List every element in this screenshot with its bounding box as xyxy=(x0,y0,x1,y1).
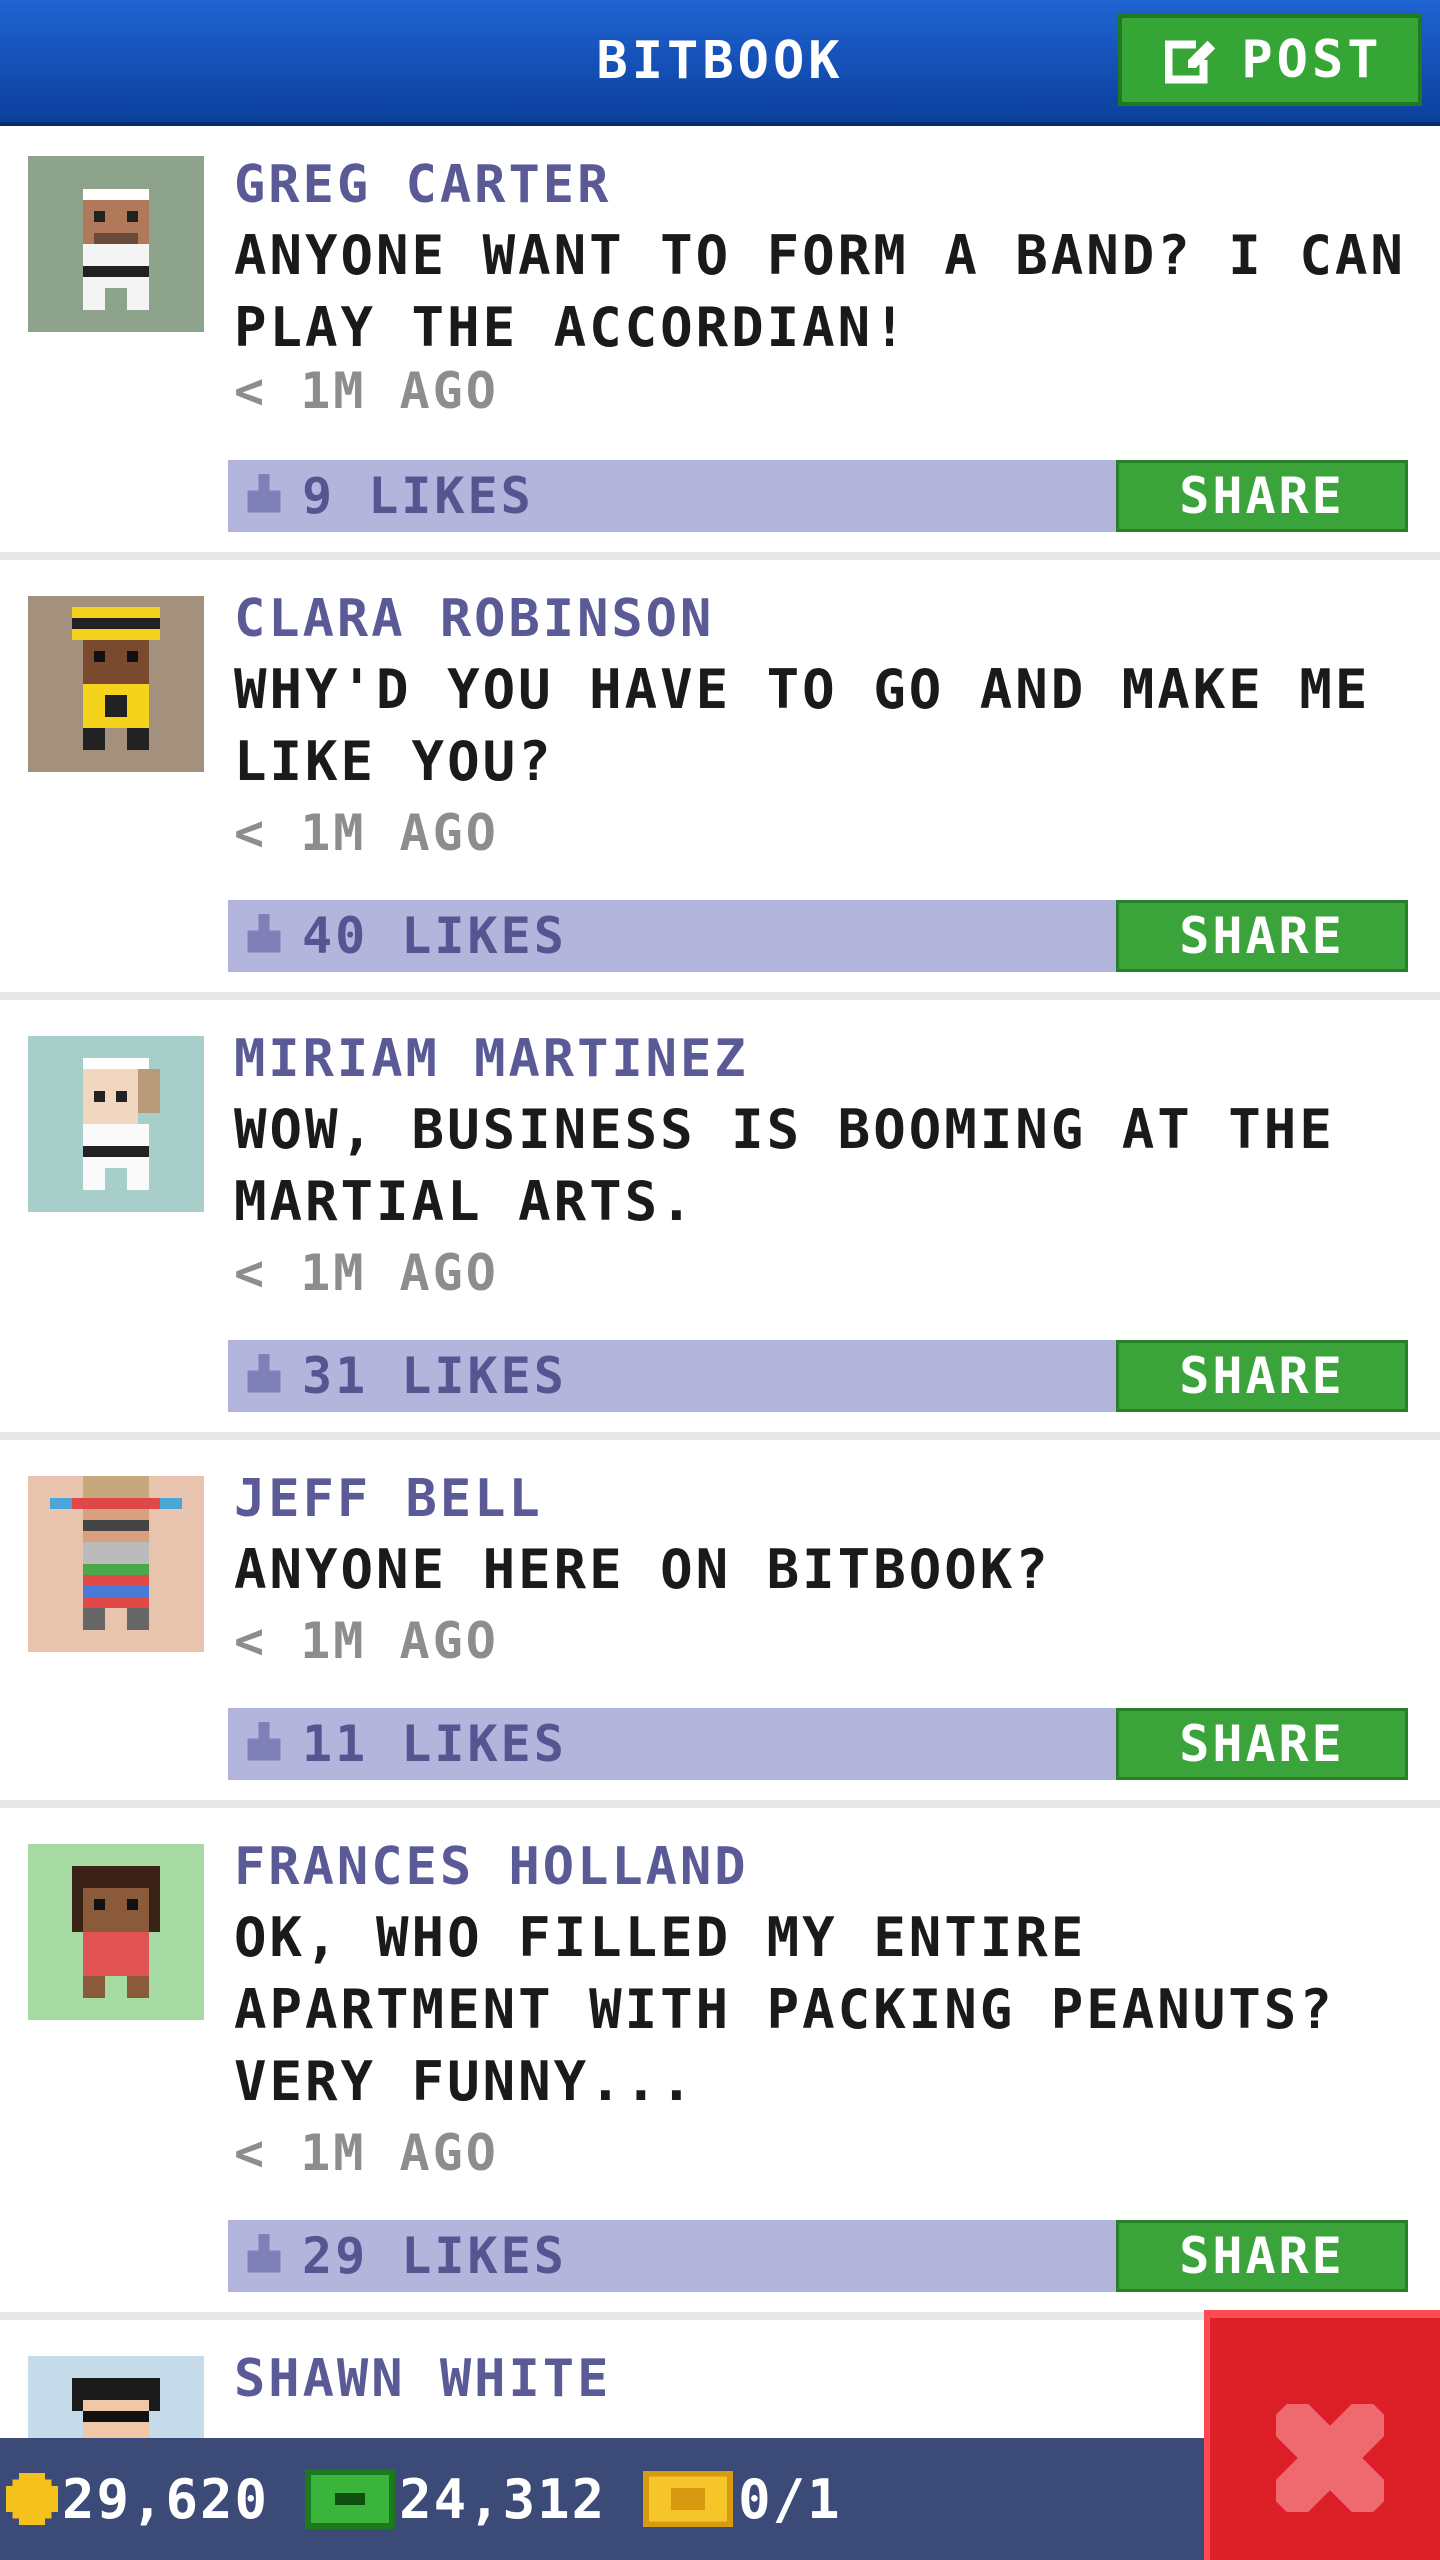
likes-bar[interactable]: 11 LIKES SHARE xyxy=(228,1708,1408,1780)
vip-ticket-icon xyxy=(643,2471,733,2527)
post-timestamp: < 1M AGO xyxy=(234,804,499,862)
close-button[interactable] xyxy=(1204,2310,1440,2560)
likes-bar[interactable]: 40 LIKES SHARE xyxy=(228,900,1408,972)
thumbs-up-icon xyxy=(247,1354,281,1393)
post-timestamp: < 1M AGO xyxy=(234,1612,499,1670)
post-button[interactable]: POST xyxy=(1118,14,1422,106)
feed-post: FRANCES HOLLAND OK, WHO FILLED MY ENTIRE… xyxy=(0,1808,1440,2320)
karate-guy-avatar-icon xyxy=(28,156,204,332)
martial-arts-avatar-icon xyxy=(28,1036,204,1212)
share-button[interactable]: SHARE xyxy=(1116,1340,1408,1412)
post-author[interactable]: FRANCES HOLLAND xyxy=(234,1832,749,1902)
red-shirt-avatar-icon xyxy=(28,1844,204,2020)
thumbs-up-icon xyxy=(247,1722,281,1761)
thumbs-up-icon xyxy=(247,914,281,953)
likes-count: 9 LIKES xyxy=(302,467,534,525)
sombrero-avatar-icon xyxy=(28,1476,204,1652)
post-author[interactable]: MIRIAM MARTINEZ xyxy=(234,1024,749,1094)
thumbs-up-icon xyxy=(247,2234,281,2273)
post-button-label: POST xyxy=(1241,30,1383,90)
post-message: OK, WHO FILLED MY ENTIRE APARTMENT WITH … xyxy=(234,1906,1335,2113)
share-button[interactable]: SHARE xyxy=(1116,1708,1408,1780)
likes-bar[interactable]: 29 LIKES SHARE xyxy=(228,2220,1408,2292)
post-author[interactable]: JEFF BELL xyxy=(234,1464,543,1534)
likes-count: 40 LIKES xyxy=(302,907,567,965)
post-message: ANYONE WANT TO FORM A BAND? I CAN PLAY T… xyxy=(234,224,1406,359)
likes-count: 29 LIKES xyxy=(302,2227,567,2285)
bux-count: 24,312 xyxy=(399,2467,607,2531)
avatar[interactable] xyxy=(28,596,204,772)
avatar[interactable] xyxy=(28,1036,204,1212)
likes-bar[interactable]: 9 LIKES SHARE xyxy=(228,460,1408,532)
post-timestamp: < 1M AGO xyxy=(234,362,499,420)
likes-count: 31 LIKES xyxy=(302,1347,567,1405)
coin-icon xyxy=(6,2473,58,2525)
yellow-hat-avatar-icon xyxy=(28,596,204,772)
share-button[interactable]: SHARE xyxy=(1116,2220,1408,2292)
coin-count: 29,620 xyxy=(62,2467,270,2531)
edit-icon xyxy=(1165,40,1216,84)
post-timestamp: < 1M AGO xyxy=(234,2124,499,2182)
post-message: WHY'D YOU HAVE TO GO AND MAKE ME LIKE YO… xyxy=(234,658,1371,793)
post-message: ANYONE HERE ON BITBOOK? xyxy=(234,1538,1051,1601)
share-button[interactable]: SHARE xyxy=(1116,900,1408,972)
feed-post: CLARA ROBINSON WHY'D YOU HAVE TO GO AND … xyxy=(0,560,1440,1000)
app-header: BITBOOK POST xyxy=(0,0,1440,126)
feed-post: JEFF BELL ANYONE HERE ON BITBOOK? < 1M A… xyxy=(0,1440,1440,1808)
thumbs-up-icon xyxy=(247,474,281,513)
post-timestamp: < 1M AGO xyxy=(234,1244,499,1302)
avatar[interactable] xyxy=(28,1476,204,1652)
post-author[interactable]: GREG CARTER xyxy=(234,150,611,220)
avatar[interactable] xyxy=(28,1844,204,2020)
likes-bar[interactable]: 31 LIKES SHARE xyxy=(228,1340,1408,1412)
post-message: WOW, BUSINESS IS BOOMING AT THE MARTIAL … xyxy=(234,1098,1335,1233)
avatar[interactable] xyxy=(28,156,204,332)
close-icon xyxy=(1276,2404,1384,2512)
post-author[interactable]: SHAWN WHITE xyxy=(234,2344,611,2414)
share-button[interactable]: SHARE xyxy=(1116,460,1408,532)
bux-icon xyxy=(305,2469,396,2529)
likes-count: 11 LIKES xyxy=(302,1715,567,1773)
vip-count: 0/1 xyxy=(738,2467,842,2531)
feed-post: GREG CARTER ANYONE WANT TO FORM A BAND? … xyxy=(0,126,1440,560)
post-author[interactable]: CLARA ROBINSON xyxy=(234,584,714,654)
feed-post: MIRIAM MARTINEZ WOW, BUSINESS IS BOOMING… xyxy=(0,1000,1440,1440)
